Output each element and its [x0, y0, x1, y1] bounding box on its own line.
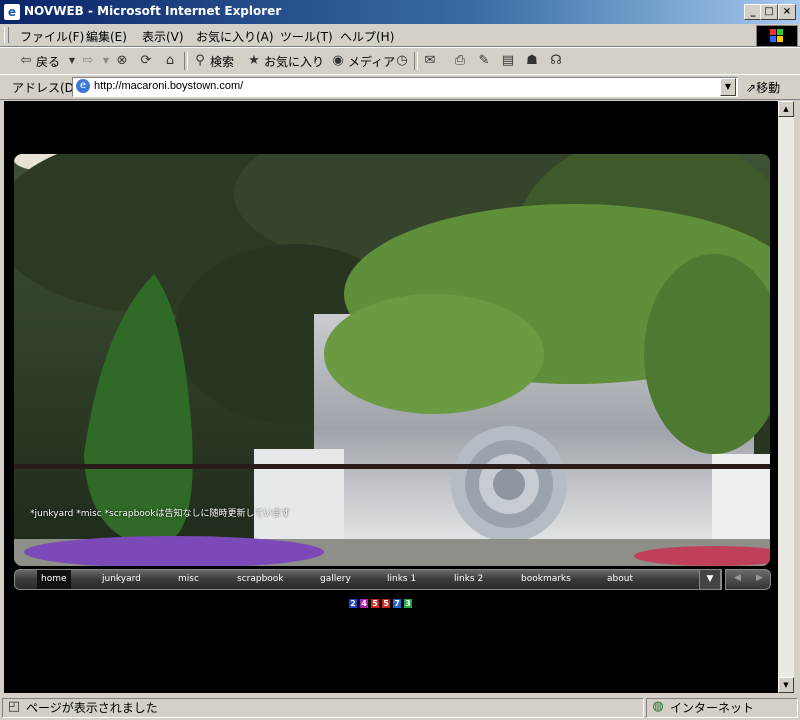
update-caption: *junkyard *misc *scrapbookは告知なしに随時更新していま… [30, 509, 291, 519]
nav-prev-icon[interactable]: ◀ [734, 573, 741, 583]
menu-edit[interactable]: 編集(E) [86, 28, 127, 45]
messenger-icon[interactable]: ☗ [524, 53, 540, 69]
search-button[interactable]: 検索 [210, 53, 234, 70]
menu-file[interactable]: ファイル(F) [20, 28, 84, 45]
counter-digit: 4 [360, 599, 368, 608]
site-nav-bar: home junkyard misc scrapbook gallery lin… [14, 569, 722, 590]
ie-icon: e [4, 4, 20, 20]
address-dropdown-button[interactable]: ▼ [720, 78, 736, 96]
address-input[interactable]: e http://macaroni.boystown.com/ [72, 77, 738, 97]
scroll-up-button[interactable]: ▲ [778, 101, 794, 117]
nav-scrapbook[interactable]: scrapbook [237, 574, 284, 584]
window-title: NOVWEB - Microsoft Internet Explorer [24, 4, 282, 18]
media-icon[interactable]: ◉ [330, 53, 346, 69]
search-icon[interactable]: ⚲ [192, 53, 208, 69]
nav-misc[interactable]: misc [178, 574, 199, 584]
nav-junkyard[interactable]: junkyard [102, 574, 141, 584]
discuss-icon[interactable]: ▤ [500, 53, 516, 69]
nav-home[interactable]: home [41, 574, 67, 584]
browser-window: e NOVWEB - Microsoft Internet Explorer _… [0, 0, 800, 720]
nav-gallery[interactable]: gallery [320, 574, 351, 584]
menu-favorites[interactable]: お気に入り(A) [196, 28, 274, 45]
page-done-icon: ◰ [7, 699, 21, 714]
menu-bar: ファイル(F) 編集(E) 表示(V) お気に入り(A) ツール(T) ヘルプ(… [0, 24, 800, 47]
favorites-button[interactable]: お気に入り [264, 53, 324, 70]
menu-tools[interactable]: ツール(T) [280, 28, 333, 45]
forward-dropdown-icon[interactable]: ▼ [98, 53, 114, 69]
menu-grip [4, 27, 9, 43]
address-bar: アドレス(D) e http://macaroni.boystown.com/ … [0, 74, 800, 100]
print-icon[interactable]: ⎙ [452, 53, 468, 69]
nav-about[interactable]: about [607, 574, 633, 584]
windows-logo-icon [756, 25, 798, 47]
edit-icon[interactable]: ✎ [476, 53, 492, 69]
vertical-scrollbar[interactable]: ▲ ▼ [778, 101, 794, 693]
counter-digit: 5 [371, 599, 379, 608]
back-arrow-icon[interactable]: ⇦ [18, 53, 34, 69]
research-icon[interactable]: ☊ [548, 53, 564, 69]
internet-zone-icon: ◍ [652, 699, 664, 714]
status-text: ページが表示されました [26, 701, 158, 715]
counter-digit: 7 [393, 599, 401, 608]
mail-icon[interactable]: ✉ [422, 53, 438, 69]
history-icon[interactable]: ◷ [394, 53, 410, 69]
nav-arrows: ◀ ▶ [725, 569, 771, 590]
nav-links-2[interactable]: links 2 [454, 574, 483, 584]
nav-next-icon[interactable]: ▶ [756, 573, 763, 583]
home-icon[interactable]: ⌂ [162, 53, 178, 69]
back-dropdown-icon[interactable]: ▼ [64, 53, 80, 69]
nav-bookmarks[interactable]: bookmarks [521, 574, 571, 584]
menu-view[interactable]: 表示(V) [142, 28, 184, 45]
nav-dropdown-button[interactable]: ▼ [699, 569, 721, 590]
counter-digit: 3 [404, 599, 412, 608]
refresh-icon[interactable]: ⟳ [138, 53, 154, 69]
media-button[interactable]: メディア [348, 53, 395, 70]
nav-links-1[interactable]: links 1 [387, 574, 416, 584]
zone-text: インターネット [670, 701, 755, 715]
go-button[interactable]: ⇗移動 [746, 79, 780, 96]
status-bar: ◰ ページが表示されました ◍ インターネット [0, 696, 800, 720]
maximize-button[interactable]: □ [760, 4, 778, 20]
forward-arrow-icon[interactable]: ⇨ [80, 53, 96, 69]
scroll-down-button[interactable]: ▼ [778, 677, 794, 693]
toolbar-separator [184, 52, 188, 70]
counter-digit: 2 [349, 599, 357, 608]
menu-help[interactable]: ヘルプ(H) [340, 28, 394, 45]
favorites-icon[interactable]: ★ [246, 53, 262, 69]
standard-toolbar: ⇦ 戻る ▼ ⇨ ▼ ⊗ ⟳ ⌂ ⚲ 検索 ★ お気に入り ◉ メディア ◷ ✉… [0, 47, 800, 75]
close-button[interactable]: × [778, 4, 796, 20]
fountain-photo [14, 154, 770, 566]
page-icon: e [76, 79, 90, 93]
page-content: *junkyard *misc *scrapbookは告知なしに随時更新していま… [4, 101, 778, 693]
back-button[interactable]: 戻る [36, 53, 60, 70]
counter-digit: 5 [382, 599, 390, 608]
stop-icon[interactable]: ⊗ [114, 53, 130, 69]
address-url[interactable]: http://macaroni.boystown.com/ [94, 80, 243, 92]
visitor-counter: 245573 [349, 595, 415, 608]
go-label: 移動 [756, 81, 781, 95]
toolbar-separator [414, 52, 418, 70]
title-bar[interactable]: e NOVWEB - Microsoft Internet Explorer _… [0, 0, 800, 24]
address-label: アドレス(D) [12, 81, 79, 95]
